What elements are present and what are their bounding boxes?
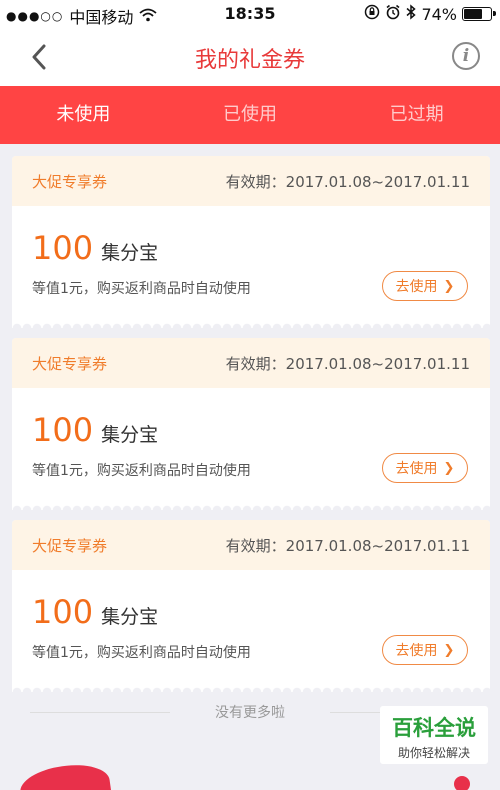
coupon-header: 大促专享券 有效期：2017.01.08~2017.01.11 (12, 520, 490, 570)
bluetooth-icon (406, 4, 417, 24)
coupon-amount-unit: 集分宝 (101, 606, 159, 628)
coupon-amount-value: 100 (32, 411, 94, 449)
use-coupon-label: 去使用 (395, 643, 438, 659)
watermark-logo: 百科全说 助你轻松解决 (380, 706, 488, 764)
page-title: 我的礼金券 (194, 48, 305, 73)
chevron-right-icon: ❯ (443, 278, 455, 294)
decorative-dot (454, 776, 470, 790)
coupon-scalloped-edge (12, 685, 490, 692)
coupon-card: 大促专享券 有效期：2017.01.08~2017.01.11 100 集分宝 … (12, 156, 490, 328)
coupon-scalloped-edge (12, 321, 490, 328)
use-coupon-button[interactable]: 去使用 ❯ (382, 271, 468, 301)
coupon-amount: 100 集分宝 (32, 411, 158, 449)
coupon-amount: 100 集分宝 (32, 593, 158, 631)
tab-bar: 未使用 已使用 已过期 (0, 86, 500, 144)
coupon-amount-value: 100 (32, 593, 94, 631)
alarm-icon (385, 4, 401, 24)
chevron-right-icon: ❯ (443, 642, 455, 658)
coupon-header: 大促专享券 有效期：2017.01.08~2017.01.11 (12, 338, 490, 388)
tab-expired[interactable]: 已过期 (333, 86, 500, 144)
watermark-title: 百科全说 (392, 716, 476, 740)
chevron-right-icon: ❯ (443, 460, 455, 476)
use-coupon-button[interactable]: 去使用 ❯ (382, 453, 468, 483)
decorative-shape (17, 759, 113, 790)
coupon-tag: 大促专享券 (32, 537, 108, 555)
battery-percent: 74% (421, 4, 457, 24)
coupon-description: 等值1元，购买返利商品时自动使用 (32, 645, 251, 661)
coupon-description: 等值1元，购买返利商品时自动使用 (32, 281, 251, 297)
coupon-card: 大促专享券 有效期：2017.01.08~2017.01.11 100 集分宝 … (12, 520, 490, 692)
battery-icon (462, 7, 496, 21)
use-coupon-label: 去使用 (395, 279, 438, 295)
coupon-description: 等值1元，购买返利商品时自动使用 (32, 463, 251, 479)
nav-bar: 我的礼金券 i (0, 28, 500, 86)
coupon-amount-unit: 集分宝 (101, 424, 159, 446)
coupon-amount: 100 集分宝 (32, 229, 158, 267)
use-coupon-label: 去使用 (395, 461, 438, 477)
coupon-tag: 大促专享券 (32, 173, 108, 191)
coupon-scalloped-edge (12, 503, 490, 510)
coupon-tag: 大促专享券 (32, 355, 108, 373)
coupon-header: 大促专享券 有效期：2017.01.08~2017.01.11 (12, 156, 490, 206)
status-bar: ●●●○○ 中国移动 18:35 74% (0, 0, 500, 28)
coupon-amount-value: 100 (32, 229, 94, 267)
tab-unused[interactable]: 未使用 (0, 86, 167, 144)
info-icon[interactable]: i (452, 42, 480, 70)
coupon-validity: 有效期：2017.01.08~2017.01.11 (225, 355, 470, 373)
coupon-amount-unit: 集分宝 (101, 242, 159, 264)
coupon-validity: 有效期：2017.01.08~2017.01.11 (225, 173, 470, 191)
tab-used[interactable]: 已使用 (167, 86, 334, 144)
use-coupon-button[interactable]: 去使用 ❯ (382, 635, 468, 665)
coupon-validity: 有效期：2017.01.08~2017.01.11 (225, 537, 470, 555)
coupon-card: 大促专享券 有效期：2017.01.08~2017.01.11 100 集分宝 … (12, 338, 490, 510)
rotation-lock-icon (364, 4, 380, 24)
watermark-subtitle: 助你轻松解决 (397, 746, 470, 760)
